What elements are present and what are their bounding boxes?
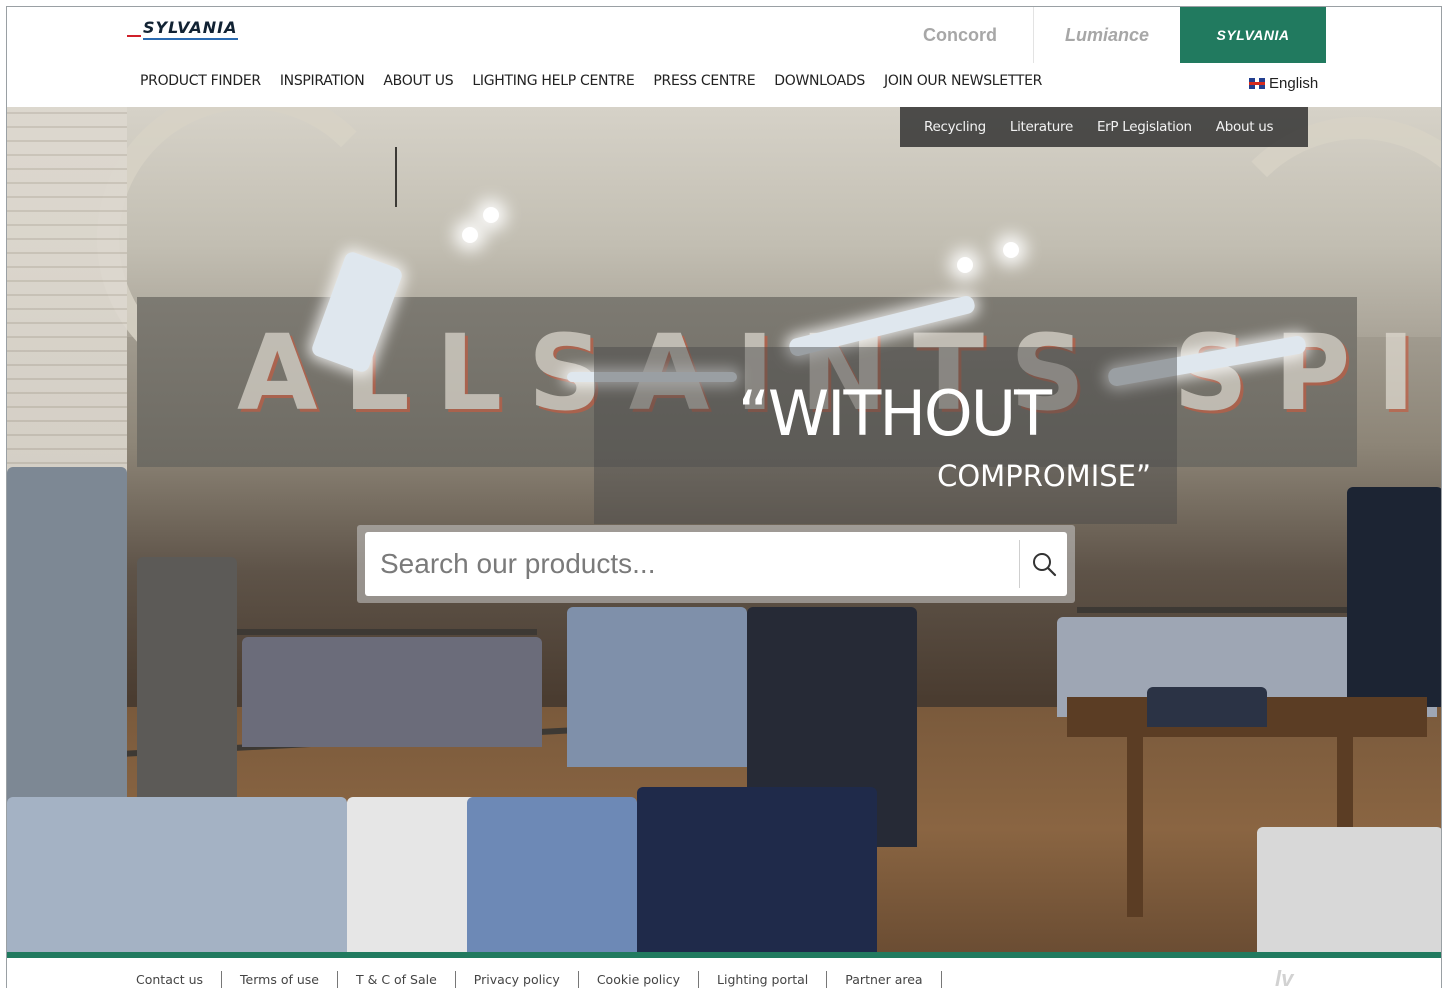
brand-tab-sylvania[interactable]: SYLVANIA [1180,7,1326,63]
brand-tab-lumiance[interactable]: Lumiance [1033,7,1180,63]
hero-clothes [242,637,542,747]
site-header: SYLVANIA Concord Lumiance SYLVANIA PRODU… [7,7,1441,107]
logo-dash [127,35,141,37]
footer-contact-us[interactable]: Contact us [118,971,223,988]
search-icon [1033,553,1057,577]
hero-clothes [467,797,637,952]
hero-clothes [1257,827,1441,952]
hero-clothes-rail [237,629,537,635]
footer-privacy-policy[interactable]: Privacy policy [456,971,579,988]
nav-inspiration[interactable]: INSPIRATION [280,73,365,89]
hero-quote-line2: COMPROMISE” [937,459,1151,493]
site-footer: Contact us Terms of use T & C of Sale Pr… [7,958,1441,988]
footer-watermark: lv [1275,966,1294,988]
main-nav: PRODUCT FINDER INSPIRATION ABOUT US LIGH… [140,73,1061,89]
search-button[interactable] [1021,532,1067,596]
hero-wire [395,147,397,207]
subnav-erp-legislation[interactable]: ErP Legislation [1097,119,1192,135]
footer-links: Contact us Terms of use T & C of Sale Pr… [118,971,942,988]
footer-cookie-policy[interactable]: Cookie policy [579,971,700,988]
hero-spotlight [1003,242,1019,258]
uk-flag-icon [1249,78,1265,89]
hero-clothes [1347,487,1441,707]
hero-spotlight [483,207,499,223]
brand-switcher: Concord Lumiance SYLVANIA [887,7,1326,63]
footer-partner-area[interactable]: Partner area [827,971,942,988]
search-divider [1019,540,1020,588]
language-label: English [1269,75,1319,92]
hero-clothes [1147,687,1267,727]
hero-clothes [567,607,747,767]
nav-downloads[interactable]: DOWNLOADS [774,73,865,89]
hero-quote-line1: “WITHOUT [737,377,1052,450]
language-selector[interactable]: English [1249,75,1318,92]
sylvania-logo[interactable]: SYLVANIA [127,18,238,40]
footer-terms-of-use[interactable]: Terms of use [222,971,338,988]
browser-page: ALLSAINTS SPITALFIELDS [6,6,1442,988]
subnav-recycling[interactable]: Recycling [924,119,986,135]
nav-newsletter[interactable]: JOIN OUR NEWSLETTER [884,73,1042,89]
nav-about-us[interactable]: ABOUT US [383,73,453,89]
secondary-nav: Recycling Literature ErP Legislation Abo… [900,107,1308,147]
footer-lighting-portal[interactable]: Lighting portal [699,971,828,988]
search-container [357,525,1075,603]
logo-text: SYLVANIA [143,18,238,40]
subnav-literature[interactable]: Literature [1010,119,1073,135]
nav-product-finder[interactable]: PRODUCT FINDER [140,73,261,89]
nav-lighting-help-centre[interactable]: LIGHTING HELP CENTRE [472,73,634,89]
hero-spotlight [462,227,478,243]
hero-clothes [7,797,347,952]
hero-quote-panel: “WITHOUT COMPROMISE” [594,347,1177,524]
hero-spotlight [957,257,973,273]
hero-table-leg [1127,737,1143,917]
search-box [365,532,1067,596]
hero-clothes [347,797,477,952]
hero-clothes [637,787,877,952]
nav-press-centre[interactable]: PRESS CENTRE [653,73,755,89]
search-input[interactable] [365,532,1015,596]
brand-tab-concord[interactable]: Concord [887,7,1033,63]
footer-tc-of-sale[interactable]: T & C of Sale [338,971,456,988]
subnav-about-us[interactable]: About us [1216,119,1274,135]
